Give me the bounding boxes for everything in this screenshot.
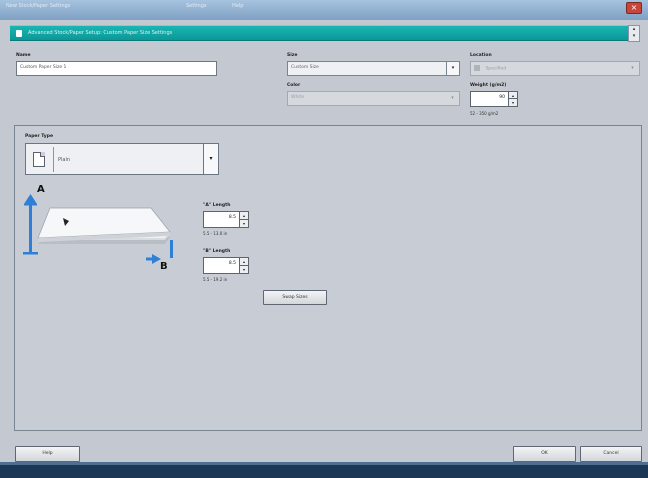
name-label: Name bbox=[16, 53, 31, 58]
b-length-hint: 5.5 - 19.2 in bbox=[203, 277, 228, 282]
a-length-hint: 5.5 - 13.0 in bbox=[203, 231, 228, 236]
chevron-down-icon: ▾ bbox=[446, 62, 459, 75]
weight-input[interactable]: 90 ▴ ▾ bbox=[470, 91, 518, 107]
paper-type-label: Paper Type bbox=[25, 134, 54, 139]
chevron-down-icon: ▾ bbox=[626, 62, 639, 75]
decrement-icon[interactable]: ▾ bbox=[508, 99, 517, 106]
arrow-a-icon bbox=[23, 194, 38, 255]
document-icon bbox=[16, 30, 22, 37]
title-bar-text: New Stock/Paper Settings bbox=[6, 3, 71, 9]
title-bar-menu-settings[interactable]: Settings bbox=[186, 3, 207, 9]
color-label: Color bbox=[287, 83, 301, 88]
a-length-value: 8.5 bbox=[228, 215, 236, 220]
header-scroll-button[interactable]: ▴ ▾ bbox=[628, 25, 640, 42]
help-button[interactable]: Help bbox=[15, 446, 80, 462]
taskbar bbox=[0, 462, 648, 478]
location-label: Location bbox=[470, 53, 492, 58]
b-length-value: 8.5 bbox=[228, 261, 236, 266]
cancel-button[interactable]: Cancel bbox=[580, 446, 642, 462]
chevron-down-icon: ▾ bbox=[203, 144, 218, 174]
dimension-letter-a: A bbox=[37, 184, 45, 195]
weight-hint: 52 - 350 g/m2 bbox=[470, 111, 499, 116]
ok-button[interactable]: OK bbox=[513, 446, 576, 462]
chevron-down-icon: ▾ bbox=[446, 92, 459, 105]
window-close-button[interactable]: × bbox=[626, 2, 642, 14]
dialog-header: Advanced Stock/Paper Setup: Custom Paper… bbox=[10, 25, 640, 42]
size-select-value: Custom Size bbox=[291, 65, 319, 70]
settings-window: New Stock/Paper Settings Settings Help ×… bbox=[0, 0, 648, 478]
b-length-label: "B" Length bbox=[203, 249, 231, 254]
divider bbox=[53, 147, 54, 172]
size-select[interactable]: Custom Size ▾ bbox=[287, 61, 460, 76]
paper-sheet-icon bbox=[33, 152, 45, 167]
title-bar: New Stock/Paper Settings Settings Help × bbox=[0, 0, 648, 20]
increment-icon[interactable]: ▴ bbox=[508, 92, 517, 99]
a-length-input[interactable]: 8.5 ▴ ▾ bbox=[203, 211, 249, 228]
taskbar-highlight bbox=[0, 462, 648, 465]
dialog-header-title: Advanced Stock/Paper Setup: Custom Paper… bbox=[28, 30, 173, 36]
location-select: Specified ▾ bbox=[470, 61, 640, 76]
size-label: Size bbox=[287, 53, 298, 58]
increment-icon[interactable]: ▴ bbox=[239, 212, 248, 220]
swap-sizes-button[interactable]: Swap Sizes bbox=[263, 290, 327, 305]
decrement-icon[interactable]: ▾ bbox=[239, 265, 248, 273]
a-length-label: "A" Length bbox=[203, 203, 231, 208]
title-bar-menu-help[interactable]: Help bbox=[232, 3, 243, 9]
chevron-up-down-icon: ▴ ▾ bbox=[632, 26, 636, 39]
weight-value: 90 bbox=[499, 95, 505, 100]
b-length-input[interactable]: 8.5 ▴ ▾ bbox=[203, 257, 249, 274]
paper-type-select[interactable]: Plain ▾ bbox=[25, 143, 219, 175]
close-icon: × bbox=[630, 3, 638, 12]
location-icon bbox=[474, 65, 480, 71]
weight-label: Weight (g/m2) bbox=[470, 83, 507, 88]
dimension-letter-b: B bbox=[160, 261, 168, 272]
decrement-icon[interactable]: ▾ bbox=[239, 219, 248, 227]
color-select-value: White bbox=[291, 95, 305, 100]
color-select: White ▾ bbox=[287, 91, 460, 106]
name-input[interactable]: Custom Paper Size 1 bbox=[16, 61, 217, 76]
increment-icon[interactable]: ▴ bbox=[239, 258, 248, 266]
paper-type-value: Plain bbox=[58, 157, 71, 163]
paper-stack-illustration bbox=[37, 207, 171, 244]
location-select-value: Specified bbox=[485, 66, 507, 72]
